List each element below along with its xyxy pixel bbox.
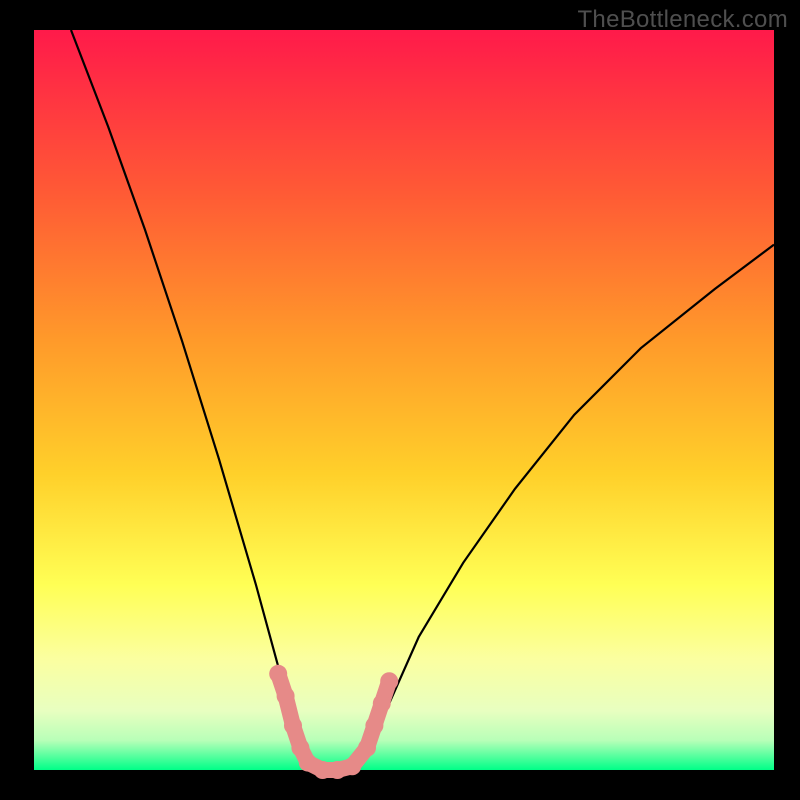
marker-dot xyxy=(358,739,376,757)
marker-dot xyxy=(343,757,361,775)
marker-dot xyxy=(284,717,302,735)
watermark-text: TheBottleneck.com xyxy=(577,6,788,34)
bottleneck-chart-svg xyxy=(0,0,800,800)
marker-dot xyxy=(269,665,287,683)
chart-stage: TheBottleneck.com xyxy=(0,0,800,800)
marker-dot xyxy=(373,694,391,712)
marker-dot xyxy=(380,672,398,690)
marker-dot xyxy=(277,687,295,705)
gradient-plot-area xyxy=(34,30,774,770)
marker-dot xyxy=(365,717,383,735)
